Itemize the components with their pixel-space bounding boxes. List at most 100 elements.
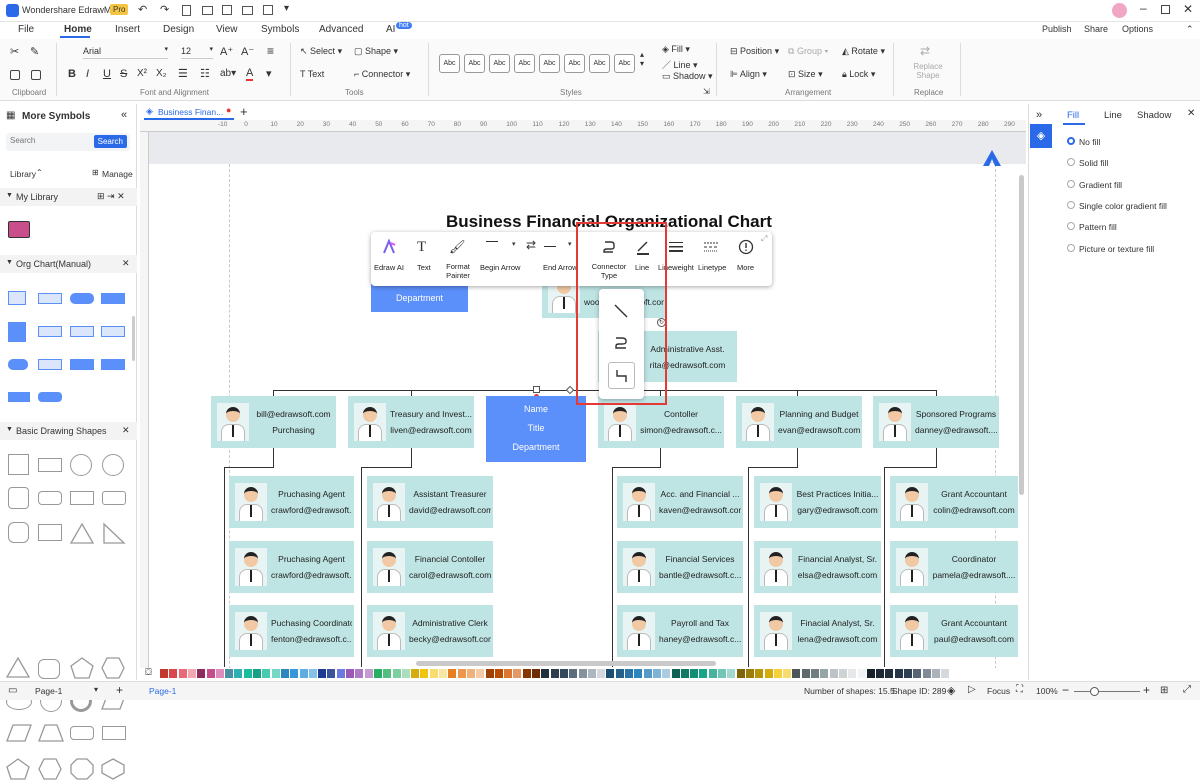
size-button[interactable]: ⊡ Size ▾ (788, 69, 823, 80)
color-swatch[interactable] (383, 669, 392, 678)
bold-icon[interactable]: B (68, 68, 76, 80)
rounded-rect-shape[interactable] (38, 491, 62, 505)
color-swatch[interactable] (727, 669, 736, 678)
add-page-icon[interactable]: + (116, 683, 123, 697)
color-swatch[interactable] (448, 669, 457, 678)
color-swatch[interactable] (476, 669, 485, 678)
radio-single-gradient[interactable] (1067, 201, 1075, 209)
rotate-button[interactable]: ◭ Rotate ▾ (842, 46, 885, 57)
print-icon[interactable] (242, 6, 253, 15)
connector-line[interactable] (612, 467, 661, 468)
color-swatch[interactable] (885, 669, 894, 678)
color-swatch[interactable] (615, 669, 624, 678)
color-swatch[interactable] (652, 669, 661, 678)
parallelogram-shape[interactable] (6, 724, 32, 742)
org-card[interactable]: Grant Accountant colin@edrawsoft.com (890, 476, 1018, 528)
position-button[interactable]: ⊟ Position ▾ (730, 46, 779, 57)
color-swatch[interactable] (820, 669, 829, 678)
color-swatch[interactable] (308, 669, 317, 678)
color-swatch[interactable] (271, 669, 280, 678)
org-card[interactable]: Assistant Treasurer david@edrawsoft.com (367, 476, 493, 528)
color-swatch[interactable] (187, 669, 196, 678)
org-shape[interactable] (8, 359, 28, 370)
rectangle-shape[interactable] (70, 491, 94, 505)
color-swatch[interactable] (280, 669, 289, 678)
shadow-button[interactable]: ▭ Shadow ▾ (662, 71, 713, 82)
org-shape[interactable] (8, 322, 26, 342)
org-card[interactable]: Puchasing Coordinator fenton@edrawsoft.c… (229, 605, 354, 657)
save-icon[interactable] (222, 5, 232, 15)
zoom-in-icon[interactable]: + (1143, 683, 1150, 697)
org-card[interactable]: Coordinator pamela@edrawsoft.... (890, 541, 1018, 593)
color-swatch[interactable] (811, 669, 819, 678)
org-shape[interactable] (101, 326, 125, 337)
group-button[interactable]: ⧉ Group ▾ (788, 46, 828, 57)
style-swatch[interactable]: Abc (439, 54, 460, 73)
color-swatch[interactable] (755, 669, 764, 678)
color-swatch[interactable] (662, 669, 671, 678)
color-swatch[interactable] (680, 669, 689, 678)
library-caret-icon[interactable]: ⌃ (36, 168, 43, 177)
square-shape[interactable] (8, 454, 29, 475)
subscript-icon[interactable]: X₂ (156, 68, 167, 79)
color-swatch[interactable] (792, 669, 801, 678)
color-swatch[interactable] (569, 669, 578, 678)
library-item[interactable] (8, 221, 30, 238)
selected-card[interactable]: Name Title Department (486, 396, 586, 462)
color-swatch[interactable] (466, 669, 475, 678)
grow-font-icon[interactable]: A⁺ (220, 45, 233, 58)
connector-line[interactable] (748, 467, 749, 667)
shrink-font-icon[interactable]: A⁻ (241, 45, 254, 58)
end-arrow-button[interactable]: End Arrow (543, 263, 578, 272)
radio-pattern-fill[interactable] (1067, 222, 1075, 230)
connector-line[interactable] (273, 447, 274, 467)
pentagon-shape[interactable] (70, 657, 94, 679)
color-swatch[interactable] (364, 669, 373, 678)
connector-line[interactable] (660, 447, 661, 467)
more-button[interactable]: More (737, 263, 754, 272)
menu-symbols[interactable]: Symbols (261, 24, 299, 35)
color-swatch[interactable] (857, 669, 866, 678)
color-swatch[interactable] (904, 669, 912, 678)
end-arrow-icon[interactable] (544, 246, 556, 247)
shape-tool[interactable]: ▢ Shape ▾ (354, 46, 398, 57)
style-swatch[interactable]: Abc (589, 54, 610, 73)
org-card[interactable]: Payroll and Tax haney@edrawsoft.c... (617, 605, 743, 657)
org-card[interactable]: Sponsored Programs danney@edrawsoft.... (873, 396, 999, 448)
page-select[interactable]: Page-1 (35, 686, 62, 696)
color-swatch[interactable] (550, 669, 559, 678)
connector-line[interactable] (224, 467, 274, 468)
connector-line[interactable] (797, 447, 798, 467)
menu-view[interactable]: View (216, 24, 238, 35)
color-swatch[interactable] (699, 669, 708, 678)
color-swatch[interactable] (690, 669, 699, 678)
add-tab-icon[interactable]: + (240, 104, 248, 119)
symbols-expand-icon[interactable]: ▦ (6, 110, 15, 121)
color-swatch[interactable] (541, 669, 550, 678)
color-swatch[interactable] (355, 669, 364, 678)
color-swatch[interactable] (457, 669, 466, 678)
align-center-icon[interactable]: ≡ (267, 44, 274, 58)
fill-button[interactable]: ◈ Fill ▾ (662, 44, 690, 55)
tab-line[interactable]: Line (1104, 110, 1122, 121)
department-box[interactable]: Department (371, 284, 468, 312)
color-swatch[interactable] (392, 669, 401, 678)
org-shape[interactable] (38, 293, 62, 304)
begin-arrow-icon[interactable] (486, 241, 498, 242)
superscript-icon[interactable]: X² (137, 68, 147, 79)
color-swatch[interactable] (559, 669, 568, 678)
triangle-shape[interactable] (6, 656, 30, 678)
color-swatch[interactable] (671, 669, 680, 678)
color-swatch[interactable] (801, 669, 810, 678)
menu-advanced[interactable]: Advanced (319, 24, 363, 35)
collapse-ribbon-icon[interactable]: ⌃ (1186, 24, 1194, 35)
vertical-scrollbar[interactable] (1019, 175, 1024, 495)
library-label[interactable]: Library (10, 169, 36, 179)
styles-scroll-icon[interactable]: ▴ ▾ (640, 50, 644, 68)
play-icon[interactable]: ▷ (968, 684, 976, 695)
style-swatch[interactable]: Abc (564, 54, 585, 73)
publish-button[interactable]: Publish (1042, 24, 1072, 34)
color-swatch[interactable] (876, 669, 885, 678)
color-swatch[interactable] (848, 669, 857, 678)
org-card[interactable]: Pruchasing Agent crawford@edrawsoft... (229, 476, 354, 528)
